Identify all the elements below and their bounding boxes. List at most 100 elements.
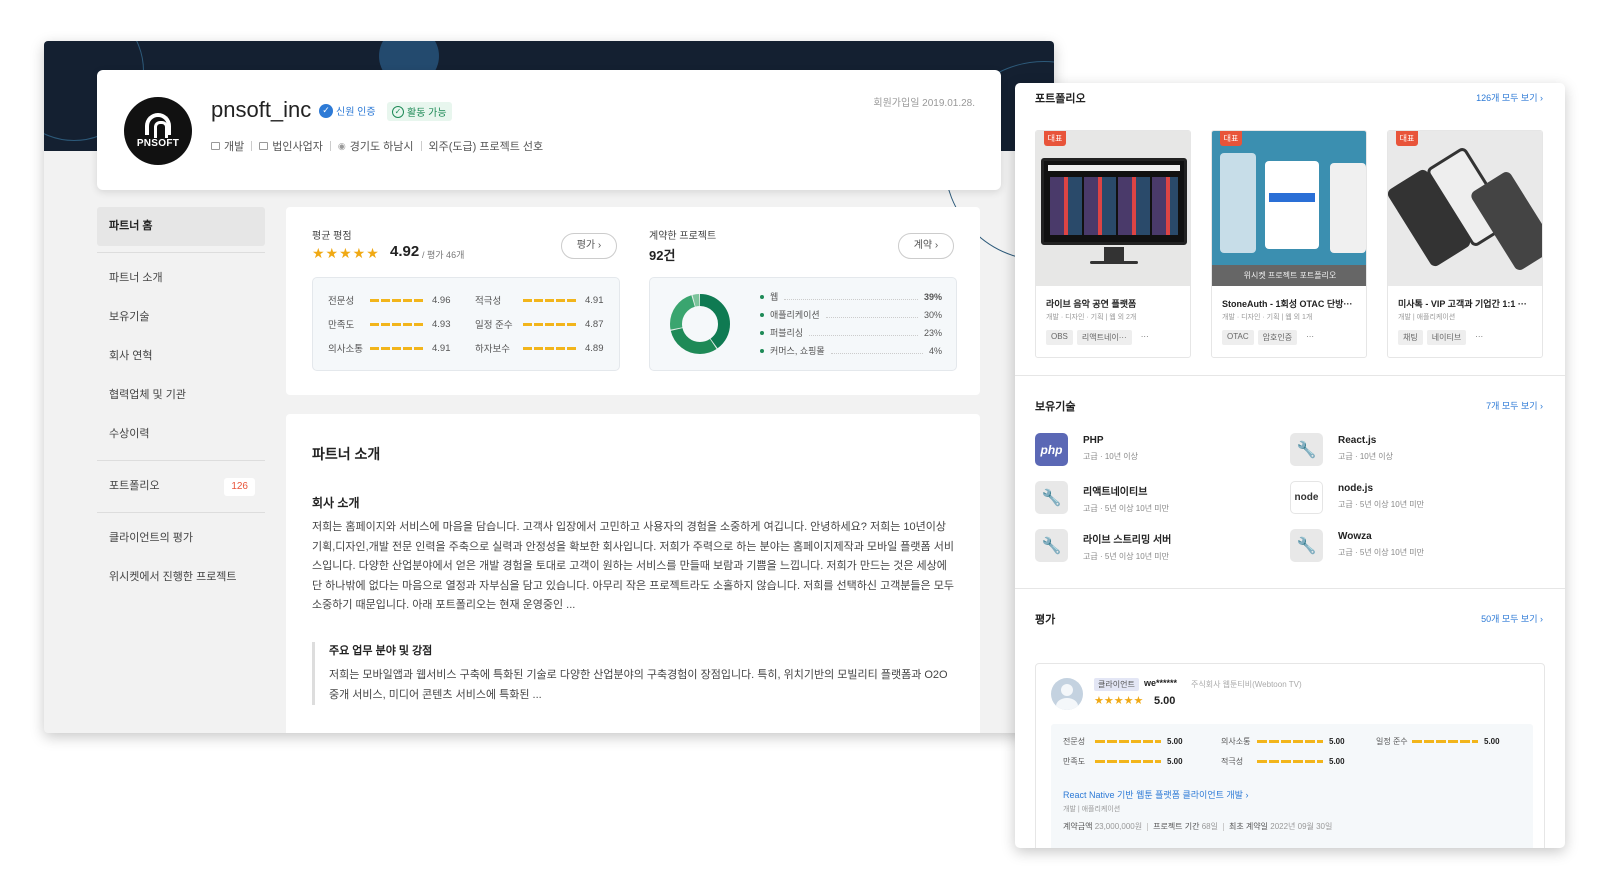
- intro-subheading: 회사 소개: [312, 496, 360, 510]
- strength-quote: 주요 업무 분야 및 강점 저희는 모바일앱과 웹서비스 구축에 특화된 기술로…: [312, 642, 954, 706]
- php-icon: php: [1035, 433, 1068, 466]
- portfolio-subtitle: 개발 · 디자인 · 기획 | 웹 외 2개: [1046, 314, 1137, 321]
- contracts-button[interactable]: 계약 ›: [898, 233, 954, 259]
- profile-card: PNSOFT pnsoft_inc ✓ 신원 인증 ✓ 활동 가능 개발 법인사…: [97, 70, 1001, 190]
- meta-business-type: 법인사업자: [272, 141, 323, 153]
- meta-location: 경기도 하남시: [349, 141, 414, 153]
- partner-name: pnsoft_inc: [211, 97, 312, 122]
- portfolio-subtitle: 개발 | 애플리케이션: [1398, 314, 1456, 321]
- portfolio-count-badge: 126: [224, 478, 255, 496]
- tag-chip: ···: [1475, 332, 1484, 341]
- tag-chip: OTAC: [1222, 330, 1254, 345]
- tag-chip: OBS: [1046, 330, 1073, 345]
- verified-badge: ✓ 신원 인증: [319, 103, 376, 118]
- skill-level: 고급 · 5년 이상 10년 미만: [1338, 548, 1425, 557]
- rating-button[interactable]: 평가 ›: [561, 233, 617, 259]
- metric-row: 일정 준수 4.87: [475, 318, 604, 332]
- skill-level: 고급 · 5년 이상 10년 미만: [1083, 504, 1170, 513]
- sidebar-item-skills[interactable]: 보유기술: [97, 298, 265, 337]
- review-metric: 의사소통 5.00: [1221, 737, 1345, 746]
- wrench-icon: 🔧: [1290, 529, 1323, 562]
- review-detail-box: 전문성 5.00 의사소통 5.00 일정 준수 5.00 만족도 5.00 적극성 5.…: [1051, 724, 1533, 848]
- portfolio-thumbnail: 대표: [1388, 131, 1542, 286]
- wrench-icon: 🔧: [1035, 529, 1068, 562]
- featured-tag: 대표: [1220, 131, 1242, 146]
- review-metric: 전문성 5.00: [1063, 737, 1183, 746]
- portfolio-tags: OBS 리액트네이··· ···: [1046, 330, 1158, 345]
- rating-card: 평균 평점 ★★★★★ 4.92 / 평가 46개 평가 › 전문성 4.96 적…: [286, 207, 980, 395]
- avatar: [1051, 678, 1083, 710]
- metric-row: 전문성 4.96: [328, 294, 451, 308]
- legend-item: 퍼블리싱 23%: [760, 326, 942, 339]
- contracts-title: 계약한 프로젝트: [649, 231, 717, 242]
- strength-title: 주요 업무 분야 및 강점: [329, 645, 433, 657]
- skill-item: 🔧 Wowza 고급 · 5년 이상 10년 미만: [1290, 529, 1424, 562]
- portfolio-title-text: 라이브 음악 공연 플랫폼: [1046, 299, 1137, 309]
- strength-body: 저희는 모바일앱과 웹서비스 구축에 특화된 기술로 다양한 산업분야의 구축경…: [329, 669, 948, 701]
- rating-metrics-box: 전문성 4.96 적극성 4.91 만족도 4.93 일정 준수 4.87 의사소통 4.…: [312, 277, 620, 371]
- reviews-view-all-link[interactable]: 50개 모두 보기 ›: [1481, 612, 1543, 625]
- skill-level: 고급 · 5년 이상 10년 미만: [1338, 500, 1425, 509]
- portfolio-title: 포트폴리오: [1035, 93, 1086, 105]
- meta-preference: 외주(도급) 프로젝트 선호: [428, 141, 544, 153]
- nodejs-icon: node: [1290, 481, 1323, 514]
- sidebar-item-history[interactable]: 회사 연혁: [97, 337, 265, 376]
- legend-item: 커머스, 쇼핑몰 4%: [760, 344, 942, 357]
- sidebar-item-client-reviews[interactable]: 클라이언트의 평가: [97, 519, 265, 558]
- portfolio-title-text: 미사톡 - VIP 고객과 기업간 1:1 ···: [1398, 299, 1527, 309]
- meta-category: 개발: [224, 141, 245, 153]
- review-contract-info: 계약금액 23,000,000원 프로젝트 기간 68일 최초 계약일 2022년 …: [1063, 822, 1333, 831]
- check-shield-icon: ✓: [319, 103, 333, 118]
- contracts-breakdown-box: 웹 39% 애플리케이션 30% 퍼블리싱 23% 커머스, 쇼핑몰 4%: [649, 277, 957, 371]
- contracts-count: 92건: [649, 248, 676, 263]
- portfolio-card[interactable]: 대표 미사톡 - VIP 고객과 기업간 1:1 ··· 개발 | 애플리케이션…: [1387, 130, 1543, 358]
- skill-name: 리액트네이티브: [1083, 487, 1148, 498]
- sidebar-item-portfolio[interactable]: 포트폴리오 126: [97, 467, 265, 506]
- portfolio-card[interactable]: 위시켓 프로젝트 포트폴리오 대표 StoneAuth - 1회성 OTAC 단…: [1211, 130, 1367, 358]
- skill-item: 🔧 라이브 스트리밍 서버 고급 · 5년 이상 10년 미만: [1035, 529, 1171, 562]
- sidebar-item-partners[interactable]: 협력업체 및 기관: [97, 376, 265, 415]
- portfolio-view-all-link[interactable]: 126개 모두 보기 ›: [1476, 91, 1543, 104]
- portfolio-tags: OTAC 암호인증 ···: [1222, 330, 1323, 345]
- calendar-icon: [211, 142, 220, 150]
- legend-item: 웹 39%: [760, 290, 942, 303]
- skill-item: 🔧 React.js 고급 · 10년 이상: [1290, 433, 1393, 466]
- profile-meta: 개발 법인사업자 ◉ 경기도 하남시 외주(도급) 프로젝트 선호: [211, 138, 543, 154]
- sidebar-nav: 파트너 홈 파트너 소개 보유기술 회사 연혁 협력업체 및 기관 수상이력 포…: [97, 207, 265, 597]
- sidebar-item-wishket-projects[interactable]: 위시켓에서 진행한 프로젝트: [97, 558, 265, 597]
- portfolio-overlay-label: 위시켓 프로젝트 포트폴리오: [1212, 265, 1366, 286]
- metric-row: 만족도 4.93: [328, 318, 451, 332]
- portfolio-thumbnail: 위시켓 프로젝트 포트폴리오 대표: [1212, 131, 1366, 286]
- portfolio-thumbnail: 대표: [1036, 131, 1190, 286]
- skill-level: 고급 · 5년 이상 10년 미만: [1083, 552, 1170, 561]
- rating-average: 4.92: [390, 243, 420, 260]
- review-project-link[interactable]: React Native 기반 웹툰 플랫폼 클라이언트 개발 ›: [1063, 788, 1248, 801]
- metric-row: 하자보수 4.89: [475, 342, 604, 356]
- portfolio-card[interactable]: 대표 라이브 음악 공연 플랫폼 개발 · 디자인 · 기획 | 웹 외 2개 …: [1035, 130, 1191, 358]
- intro-body: 저희는 홈페이지와 서비스에 마음을 담습니다. 고객사 입장에서 고민하고 사…: [312, 521, 954, 612]
- rating-title: 평균 평점: [312, 231, 352, 242]
- review-project-category: 개발 | 애플리케이션: [1063, 806, 1121, 813]
- tag-chip: 네이티브: [1426, 330, 1467, 345]
- review-stars: ★★★★★: [1094, 695, 1144, 707]
- skill-name: React.js: [1338, 435, 1377, 446]
- sidebar-item-intro[interactable]: 파트너 소개: [97, 259, 265, 298]
- review-card: 클라이언트 we****** 주식회사 웹툰티비(Webtoon TV) ★★★…: [1035, 663, 1545, 848]
- contracts-donut-chart: [670, 294, 730, 354]
- logo-mark-icon: [145, 113, 171, 138]
- metric-row: 의사소통 4.91: [328, 342, 451, 356]
- skills-title: 보유기술: [1035, 401, 1076, 413]
- check-circle-icon: ✓: [392, 105, 404, 118]
- skills-view-all-link[interactable]: 7개 모두 보기 ›: [1486, 399, 1543, 412]
- review-metric: 만족도 5.00: [1063, 757, 1183, 766]
- skill-item: node node.js 고급 · 5년 이상 10년 미만: [1290, 481, 1424, 514]
- reviews-title: 평가: [1035, 614, 1056, 626]
- partner-profile-window: PNSOFT pnsoft_inc ✓ 신원 인증 ✓ 활동 가능 개발 법인사…: [44, 41, 1054, 733]
- reviewer-role-badge: 클라이언트: [1094, 678, 1139, 691]
- location-pin-icon: ◉: [337, 140, 346, 151]
- sidebar-item-home[interactable]: 파트너 홈: [97, 207, 265, 246]
- portfolio-panel-window: 포트폴리오 126개 모두 보기 › 대표 라이브 음악 공연 플랫폼 개발 ·…: [1015, 83, 1565, 848]
- sidebar-item-awards[interactable]: 수상이력: [97, 415, 265, 454]
- skill-name: Wowza: [1338, 531, 1372, 542]
- company-logo: PNSOFT: [124, 97, 192, 165]
